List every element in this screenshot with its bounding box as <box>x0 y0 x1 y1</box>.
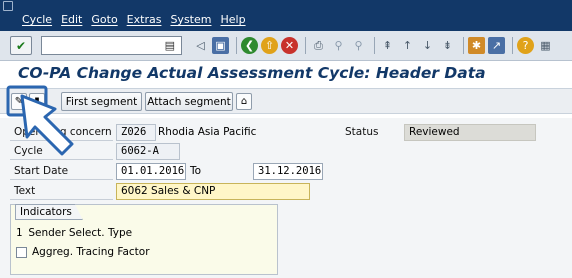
text-label: Text <box>10 183 113 200</box>
window-icon <box>3 1 13 11</box>
toolbar-separator <box>512 37 513 54</box>
start-date-label: Start Date <box>10 163 113 180</box>
command-history-icon[interactable]: ▤ <box>165 39 175 52</box>
check-icon[interactable]: ✔ <box>10 36 32 55</box>
sender-select-type-value[interactable]: 1 <box>16 227 22 239</box>
toolbar-separator <box>463 37 464 54</box>
save-icon[interactable]: ▣ <box>212 37 229 54</box>
command-field[interactable]: ▤ <box>41 36 182 55</box>
display-change-icon[interactable]: ✎ <box>11 93 27 110</box>
menu-goto[interactable]: Goto <box>91 13 117 26</box>
menu-cycle[interactable]: Cycle <box>22 13 52 26</box>
back-icon[interactable]: ❮ <box>241 37 258 54</box>
aggreg-tracing-factor-label: Aggreg. Tracing Factor <box>32 246 150 258</box>
help-icon[interactable]: ? <box>517 37 534 54</box>
end-date-field[interactable]: 31.12.2016 <box>253 163 323 180</box>
print-icon[interactable]: ⎙ <box>310 37 327 54</box>
operating-concern-code: Z026 <box>116 124 156 141</box>
page-title: CO-PA Change Actual Assessment Cycle: He… <box>18 64 486 82</box>
menu-edit[interactable]: Edit <box>61 13 82 26</box>
toolbar-separator <box>305 37 306 54</box>
other-cycle-icon[interactable]: ▮ <box>29 93 45 110</box>
menu-bar: Cycle Edit Goto Extras System Help <box>0 0 572 31</box>
previous-page-icon[interactable]: ↑ <box>399 37 416 54</box>
overview-icon[interactable]: ⌂ <box>236 93 252 110</box>
aggreg-tracing-factor-checkbox[interactable] <box>16 246 27 258</box>
attach-segment-button[interactable]: Attach segment <box>145 92 233 111</box>
to-label: To <box>190 165 202 177</box>
find-icon[interactable]: ⚲ <box>330 37 347 54</box>
last-page-icon[interactable]: ⇟ <box>439 37 456 54</box>
cycle-label: Cycle <box>10 143 113 160</box>
indicators-group: Indicators 1 Sender Select. Type Aggreg.… <box>10 204 278 275</box>
toolbar-icons: ◁ ▣ ❮ ⇧ ✕ ⎙ ⚲ ⚲ ⇞ ↑ ↓ ⇟ ✱ ↗ ? ▦ <box>192 37 557 54</box>
start-date-field[interactable]: 01.01.2016 <box>116 163 186 180</box>
toolbar-separator <box>374 37 375 54</box>
operating-concern-label: Operating concern <box>10 124 113 141</box>
menu-system[interactable]: System <box>170 13 211 26</box>
find-next-icon[interactable]: ⚲ <box>350 37 367 54</box>
create-session-icon[interactable]: ✱ <box>468 37 485 54</box>
first-segment-button[interactable]: First segment <box>61 92 142 111</box>
menu-help[interactable]: Help <box>220 13 245 26</box>
operating-concern-name: Rhodia Asia Pacific <box>158 126 257 138</box>
shortcut-icon[interactable]: ↗ <box>488 37 505 54</box>
first-page-icon[interactable]: ⇞ <box>379 37 396 54</box>
exit-icon[interactable]: ⇧ <box>261 37 278 54</box>
standard-toolbar: ✔ ▤ ◁ ▣ ❮ ⇧ ✕ ⎙ ⚲ ⚲ ⇞ ↑ ↓ ⇟ ✱ ↗ ? ▦ <box>0 31 572 61</box>
cycle-value: 6062-A <box>116 143 180 160</box>
toolbar-separator <box>236 37 237 54</box>
status-value: Reviewed <box>404 124 536 141</box>
application-toolbar: ✎ ▮ First segment Attach segment ⌂ <box>0 88 572 114</box>
status-label: Status <box>345 126 379 138</box>
cancel-icon[interactable]: ✕ <box>281 37 298 54</box>
sender-select-type-row: 1 Sender Select. Type <box>16 227 132 239</box>
aggreg-tracing-factor-row: Aggreg. Tracing Factor <box>16 246 150 258</box>
menu-extras[interactable]: Extras <box>127 13 162 26</box>
indicators-title: Indicators <box>15 204 83 220</box>
collapse-arrow-icon[interactable]: ◁ <box>192 37 209 54</box>
next-page-icon[interactable]: ↓ <box>419 37 436 54</box>
menu-items: Cycle Edit Goto Extras System Help <box>22 13 246 26</box>
sender-select-type-label: Sender Select. Type <box>28 227 133 239</box>
text-field[interactable]: 6062 Sales & CNP <box>116 183 310 200</box>
customize-layout-icon[interactable]: ▦ <box>537 37 554 54</box>
